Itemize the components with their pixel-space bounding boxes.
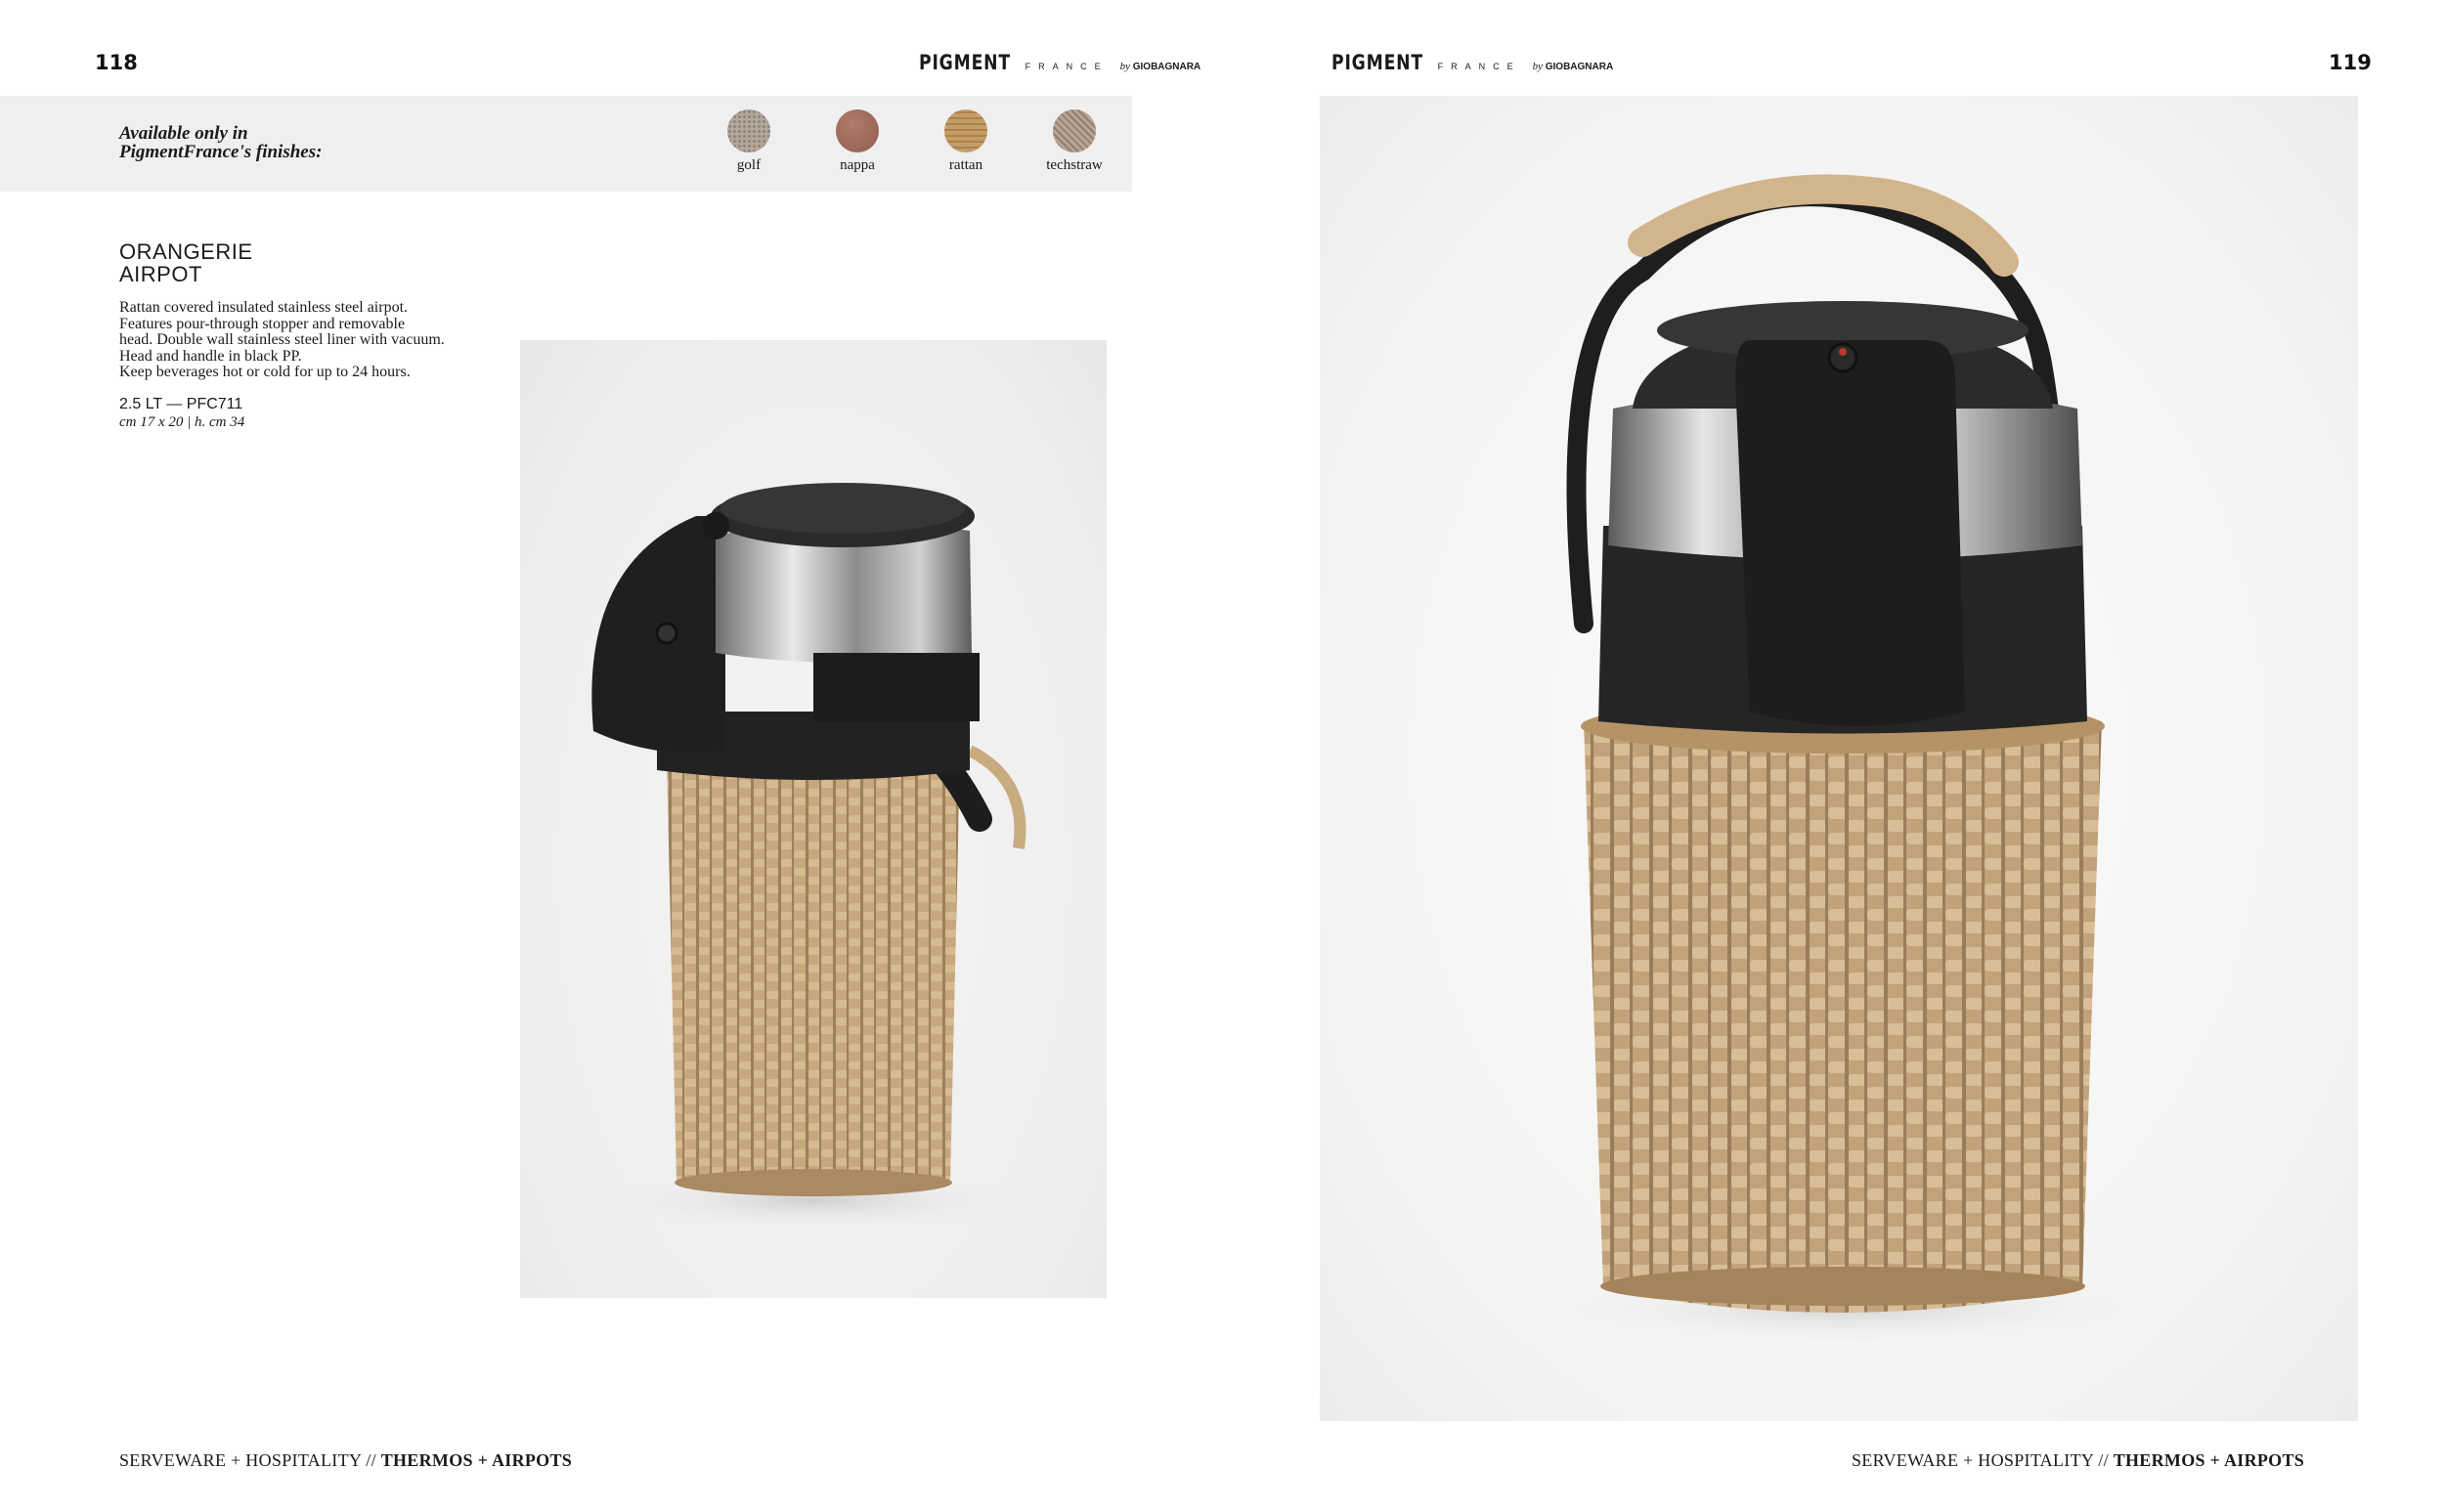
- swatch-rattan-circle: [944, 109, 987, 152]
- description-line: Features pour-through stopper and remova…: [119, 315, 406, 332]
- finish-swatch-nappa: nappa: [808, 109, 906, 174]
- brand-by: by GIOBAGNARA: [1119, 61, 1201, 72]
- page-number-left: 118: [95, 51, 138, 74]
- footer-section: SERVEWARE + HOSPITALITY //: [1852, 1450, 2114, 1470]
- finishes-intro: Available only in PigmentFrance's finish…: [119, 124, 322, 161]
- finishes-band: Available only in PigmentFrance's finish…: [0, 96, 1132, 192]
- product-description: Rattan covered insulated stainless steel…: [119, 299, 530, 381]
- product-photo-front: [1320, 96, 2358, 1421]
- brand-main: PIGMENT: [1331, 51, 1423, 74]
- finish-swatch-techstraw: techstraw: [1026, 109, 1123, 174]
- footer-left: SERVEWARE + HOSPITALITY // THERMOS + AIR…: [119, 1450, 572, 1471]
- finish-swatch-golf: golf: [700, 109, 798, 174]
- swatch-label: golf: [736, 157, 762, 173]
- description-line: Keep beverages hot or cold for up to 24 …: [119, 364, 411, 380]
- product-title-line2: AIRPOT: [119, 262, 202, 286]
- swatch-label: rattan: [948, 157, 983, 173]
- finishes-intro-line1: Available only in: [119, 123, 248, 144]
- brand-sub: FRANCE: [1437, 62, 1521, 71]
- description-line: Rattan covered insulated stainless steel…: [119, 299, 409, 316]
- brand-main: PIGMENT: [919, 51, 1011, 74]
- swatch-techstraw-circle: [1053, 109, 1096, 152]
- description-line: Head and handle in black PP.: [119, 347, 302, 365]
- brand-by: by GIOBAGNARA: [1532, 61, 1614, 72]
- description-line: head. Double wall stainless steel liner …: [119, 331, 445, 348]
- product-dimensions: cm 17 x 20 | h. cm 34: [119, 414, 245, 430]
- airpot-side-illustration: [591, 483, 1026, 1230]
- finish-swatch-rattan: rattan: [917, 109, 1015, 174]
- finishes-intro-line2: PigmentFrance's finishes:: [119, 142, 323, 162]
- product-code: 2.5 LT — PFC711: [119, 396, 243, 412]
- page-number-right: 119: [2329, 51, 2372, 74]
- brand-logo-right: PIGMENT FRANCE by GIOBAGNARA: [1331, 51, 1613, 74]
- swatch-label: nappa: [840, 157, 875, 173]
- swatch-label: techstraw: [1046, 157, 1103, 173]
- footer-right: SERVEWARE + HOSPITALITY // THERMOS + AIR…: [1852, 1450, 2304, 1471]
- swatch-golf-circle: [727, 109, 770, 152]
- footer-category: THERMOS + AIRPOTS: [380, 1450, 573, 1470]
- footer-section: SERVEWARE + HOSPITALITY //: [119, 1450, 381, 1470]
- footer-category: THERMOS + AIRPOTS: [2113, 1450, 2305, 1470]
- brand-logo-left: PIGMENT FRANCE by GIOBAGNARA: [919, 51, 1200, 74]
- brand-sub: FRANCE: [1025, 62, 1109, 71]
- product-title: ORANGERIE AIRPOT: [119, 240, 253, 285]
- airpot-front-illustration: [1535, 174, 2160, 1347]
- product-title-line1: ORANGERIE: [119, 239, 253, 264]
- product-photo-side: [520, 340, 1107, 1298]
- swatch-nappa-circle: [836, 109, 879, 152]
